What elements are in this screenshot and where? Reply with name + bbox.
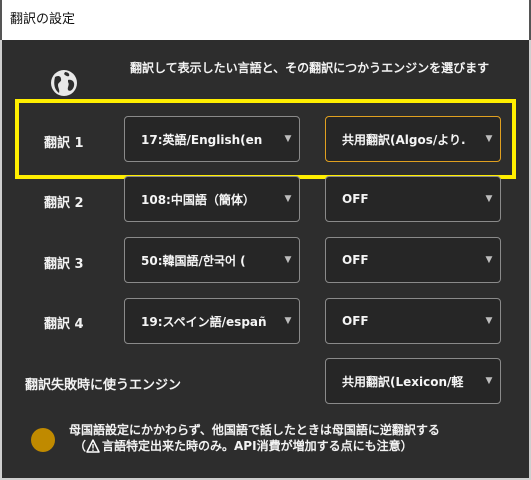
note-open-paren: （ (74, 439, 87, 453)
chevron-down-icon: ▼ (485, 376, 493, 386)
fallback-engine-label: 翻訳失敗時に使うエンジン (25, 378, 182, 393)
chevron-down-icon: ▼ (284, 134, 292, 144)
chevron-down-icon: ▼ (485, 255, 493, 265)
reverse-translation-toggle[interactable] (31, 428, 55, 452)
engine-select-1[interactable]: 共用翻訳(Algos/より. ▼ (325, 116, 501, 162)
chevron-down-icon: ▼ (485, 194, 493, 204)
language-select-2-value: 108:中国語（簡体） (141, 192, 255, 207)
window-title: 翻訳の設定 (0, 0, 531, 40)
chevron-down-icon: ▼ (284, 194, 292, 204)
language-select-4[interactable]: 19:スペイン語/españ ▼ (124, 298, 300, 344)
note-text: 言語特定出来た時のみ。API消費が増加する点にも注意） (102, 439, 413, 453)
row-label-2: 翻訳 2 (44, 196, 84, 211)
chevron-down-icon: ▼ (485, 134, 493, 144)
language-select-1-value: 17:英語/English(en (141, 132, 263, 147)
language-select-3[interactable]: 50:韓国語/한국어 ( ▼ (124, 237, 300, 283)
row-label-4: 翻訳 4 (44, 317, 84, 332)
row-label-3: 翻訳 3 (44, 257, 84, 272)
description-text: 翻訳して表示したい言語と、その翻訳につかうエンジンを選びます (130, 61, 490, 75)
row-label-1: 翻訳 1 (44, 136, 84, 151)
engine-select-4[interactable]: OFF ▼ (325, 298, 501, 344)
language-select-1[interactable]: 17:英語/English(en ▼ (124, 116, 300, 162)
engine-select-4-value: OFF (342, 314, 369, 328)
fallback-engine-value: 共用翻訳(Lexicon/軽 (342, 374, 464, 389)
engine-select-1-value: 共用翻訳(Algos/より. (342, 132, 466, 147)
language-select-2[interactable]: 108:中国語（簡体） ▼ (124, 176, 300, 222)
globe-icon (51, 70, 77, 96)
language-select-3-value: 50:韓国語/한국어 ( (141, 253, 246, 268)
chevron-down-icon: ▼ (485, 316, 493, 326)
engine-select-3[interactable]: OFF ▼ (325, 237, 501, 283)
chevron-down-icon: ▼ (284, 255, 292, 265)
language-select-4-value: 19:スペイン語/españ (141, 314, 267, 329)
reverse-translation-text: 母国語設定にかかわらず、他国語で話したときは母国語に逆翻訳する (69, 423, 440, 437)
engine-select-2-value: OFF (342, 192, 369, 206)
chevron-down-icon: ▼ (284, 316, 292, 326)
warning-icon (86, 438, 100, 453)
engine-select-2[interactable]: OFF ▼ (325, 176, 501, 222)
reverse-translation-note: （ 言語特定出来た時のみ。API消費が増加する点にも注意） (74, 437, 413, 454)
engine-select-3-value: OFF (342, 253, 369, 267)
fallback-engine-select[interactable]: 共用翻訳(Lexicon/軽 ▼ (325, 358, 501, 404)
